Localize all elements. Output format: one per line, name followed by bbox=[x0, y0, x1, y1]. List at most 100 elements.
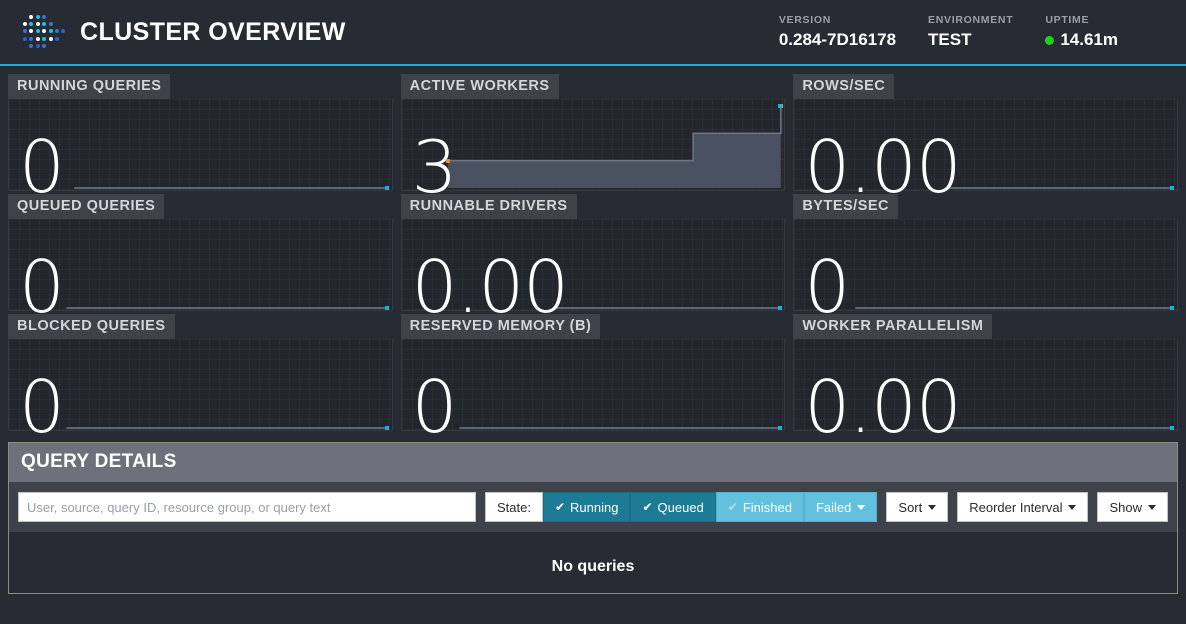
logo-dot bbox=[35, 29, 40, 34]
stat-card-bytes-sec: BYTES/SEC 0 bbox=[793, 194, 1178, 314]
stat-card-running-queries: RUNNING QUERIES 0 bbox=[8, 74, 393, 194]
state-filter-label-text: Finished bbox=[742, 499, 792, 515]
header-stat-environment: ENVIRONMENT TEST bbox=[928, 14, 1013, 50]
sparkline-chart bbox=[794, 338, 1177, 430]
app-header: CLUSTER OVERVIEW VERSION 0.284-7D16178 ENV… bbox=[0, 0, 1186, 66]
search-input[interactable] bbox=[18, 492, 476, 522]
stat-card-label: RUNNABLE DRIVERS bbox=[400, 194, 577, 219]
query-details-title: QUERY DETAILS bbox=[21, 451, 177, 472]
stat-card-active-workers: ACTIVE WORKERS 3 bbox=[400, 74, 786, 194]
stat-card-worker-parallelism: WORKER PARALLELISM 0.00 bbox=[793, 314, 1178, 434]
header-stat-value: 0.284-7D16178 bbox=[778, 30, 897, 49]
header-stat-value: 14.61m bbox=[1045, 30, 1118, 50]
logo-dot bbox=[29, 22, 34, 27]
sparkline-chart bbox=[9, 218, 392, 310]
query-toolbar: State: ✔ Running ✔ Queued ✔ Finished Failed Sor… bbox=[9, 482, 1177, 532]
stat-card-blocked-queries: BLOCKED QUERIES 0 bbox=[8, 314, 393, 434]
sparkline-chart bbox=[402, 218, 785, 310]
query-details-panel: QUERY DETAILS State: ✔ Running ✔ Queued ✔ Fini… bbox=[8, 442, 1178, 594]
stat-card-runnable-drivers: RUNNABLE DRIVERS 0.00 bbox=[400, 194, 786, 314]
logo-dot bbox=[48, 36, 53, 41]
query-details-header: QUERY DETAILS bbox=[9, 443, 1177, 482]
state-filter-label: State: bbox=[484, 492, 543, 522]
stat-card-label: QUEUED QUERIES bbox=[8, 194, 165, 219]
dropdown-sort[interactable]: Sort bbox=[886, 492, 949, 522]
chevron-down-icon[interactable] bbox=[857, 504, 866, 510]
dropdown-show[interactable]: Show bbox=[1097, 492, 1168, 522]
stat-card-body: 0.00 bbox=[793, 338, 1178, 434]
logo-dot bbox=[61, 29, 66, 34]
state-filter-label-text: Running bbox=[570, 499, 619, 515]
header-stats: VERSION 0.284-7D16178 ENVIRONMENT TEST UPTIM… bbox=[779, 14, 1170, 50]
empty-state-message: No queries bbox=[551, 558, 635, 575]
header-stat-uptime: UPTIME 14.61m bbox=[1045, 14, 1118, 50]
state-filter-finished[interactable]: ✔ Finished bbox=[715, 492, 804, 522]
logo-dot bbox=[23, 36, 27, 41]
logo-dot bbox=[35, 22, 40, 27]
chevron-down-icon bbox=[1068, 504, 1077, 510]
stat-card-body: 0.00 bbox=[400, 218, 786, 314]
header-stat-label: ENVIRONMENT bbox=[928, 14, 1014, 26]
dropdown-label: Reorder Interval bbox=[969, 499, 1063, 515]
logo-dot bbox=[42, 36, 47, 41]
stat-card-body: 0 bbox=[400, 338, 786, 434]
status-dot-icon bbox=[1045, 35, 1055, 45]
stat-card-grid: RUNNING QUERIES 0 ACTIVE WORKERS 3 ROWS/SEC 0… bbox=[0, 66, 1186, 434]
sparkline-chart bbox=[9, 98, 392, 190]
header-stat-version: VERSION 0.284-7D16178 bbox=[779, 14, 896, 50]
stat-card-body: 0 bbox=[8, 338, 393, 434]
dropdown-group: Sort Reorder Interval Show bbox=[877, 492, 1168, 522]
logo-dot bbox=[23, 22, 27, 27]
check-icon: ✔ bbox=[554, 500, 566, 514]
stat-card-label: BLOCKED QUERIES bbox=[8, 314, 175, 339]
stat-card-label: BYTES/SEC bbox=[793, 194, 899, 219]
stat-card-body: 0 bbox=[8, 218, 393, 314]
stat-card-queued-queries: QUEUED QUERIES 0 bbox=[8, 194, 393, 314]
logo-dot bbox=[29, 36, 34, 41]
logo-dot bbox=[55, 29, 59, 34]
check-icon: ✔ bbox=[727, 500, 738, 514]
stat-card-label: ROWS/SEC bbox=[793, 74, 895, 99]
state-filter-failed[interactable]: Failed bbox=[803, 492, 878, 522]
logo-dot bbox=[42, 15, 47, 19]
sparkline-chart bbox=[794, 218, 1177, 310]
stat-card-reserved-memory-b: RESERVED MEMORY (B) 0 bbox=[400, 314, 786, 434]
state-filter-running[interactable]: ✔ Running bbox=[542, 492, 631, 522]
check-icon: ✔ bbox=[642, 500, 653, 514]
logo-dot bbox=[42, 29, 47, 34]
sparkline-chart bbox=[447, 106, 785, 188]
stat-card-body: 0.00 bbox=[793, 98, 1178, 194]
sparkline-chart bbox=[402, 338, 785, 430]
logo-dot bbox=[55, 36, 59, 41]
stat-card-body: 3 bbox=[400, 99, 786, 194]
stat-card-label: WORKER PARALLELISM bbox=[793, 314, 993, 339]
sparkline-chart bbox=[9, 338, 392, 430]
sparkline-chart bbox=[794, 98, 1177, 190]
stat-card-label: RUNNING QUERIES bbox=[8, 74, 171, 99]
page-title: CLUSTER OVERVIEW bbox=[80, 17, 346, 46]
stat-card-body: 0 bbox=[793, 218, 1178, 314]
dropdown-label: Sort bbox=[898, 499, 923, 515]
logo-dot bbox=[29, 15, 34, 19]
header-stat-value-text: 14.61m bbox=[1060, 30, 1118, 49]
state-filter-group: State: ✔ Running ✔ Queued ✔ Finished Failed bbox=[484, 492, 878, 522]
logo-dot bbox=[42, 22, 47, 27]
stat-card-rows-sec: ROWS/SEC 0.00 bbox=[793, 74, 1178, 194]
trino-dots-logo-icon bbox=[22, 12, 68, 52]
logo-dot bbox=[29, 29, 34, 34]
logo-dot bbox=[35, 43, 40, 48]
stat-card-body: 0 bbox=[8, 98, 393, 194]
state-filter-queued[interactable]: ✔ Queued bbox=[630, 492, 716, 522]
logo-dot bbox=[29, 43, 34, 48]
logo-dot bbox=[48, 29, 53, 34]
logo-dot bbox=[35, 36, 40, 41]
logo-dot bbox=[42, 43, 47, 48]
state-filter-label-text: Failed bbox=[815, 499, 852, 515]
header-stat-value: TEST bbox=[928, 30, 972, 49]
dropdown-reorder-interval[interactable]: Reorder Interval bbox=[957, 492, 1089, 522]
logo-dot bbox=[23, 29, 27, 34]
logo-dot bbox=[48, 22, 53, 27]
header-stat-label: UPTIME bbox=[1045, 14, 1090, 26]
state-filter-label-text: Queued bbox=[657, 499, 704, 515]
chevron-down-icon bbox=[928, 504, 937, 510]
